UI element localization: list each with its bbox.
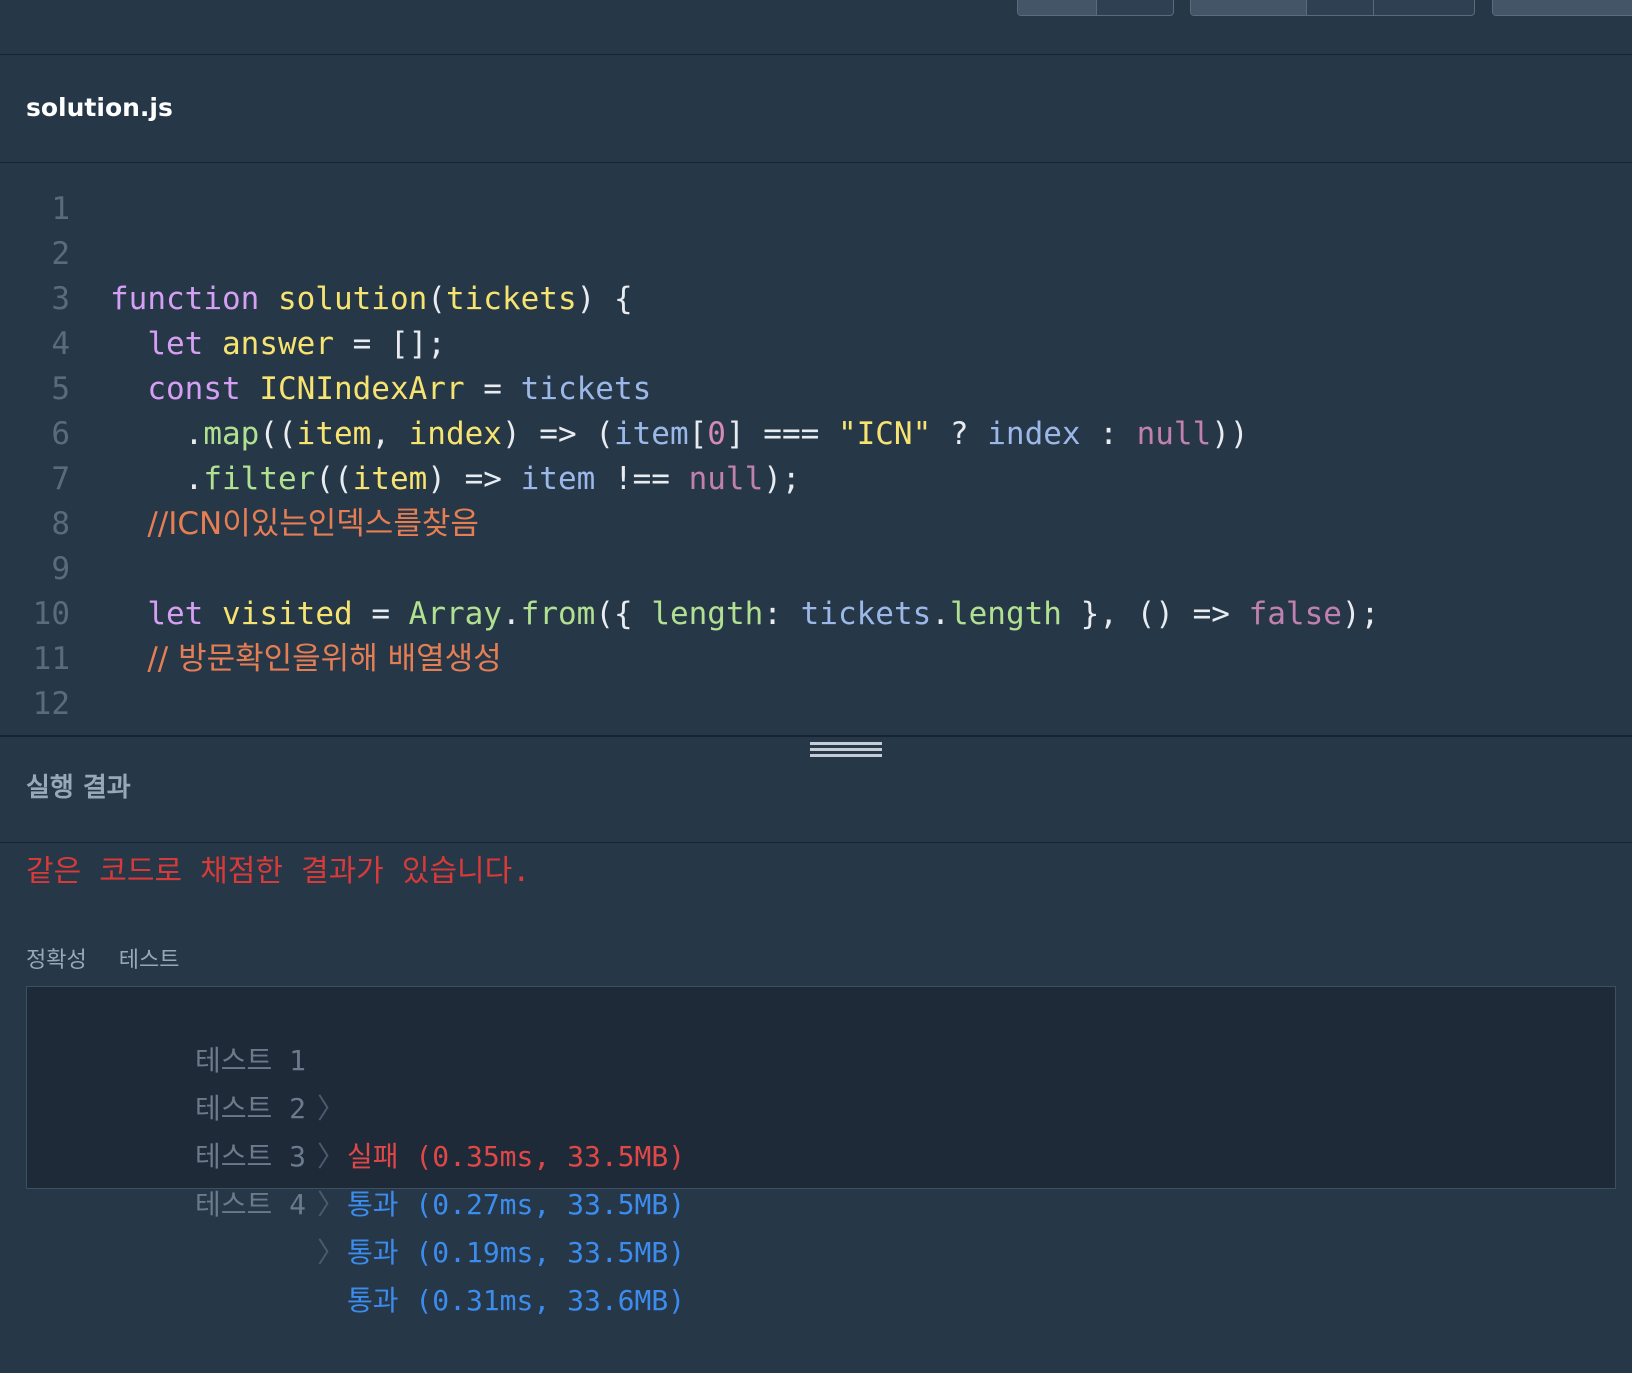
chevron-right-icon: 〉: [317, 1236, 346, 1269]
code-line: 1: [0, 187, 1632, 232]
file-header: solution.js: [0, 55, 1632, 163]
code-text: .filter((item) => item !== null);: [110, 461, 801, 497]
code-text: const ICNIndexArr = tickets: [147, 371, 652, 407]
line-number: 5: [51, 371, 70, 407]
code-line: 11 // 방문확인을위해 배열생성: [0, 637, 1632, 682]
code-text: .map((item, index) => (item[0] === "ICN"…: [110, 416, 1249, 452]
code-line: 12: [0, 682, 1632, 727]
test-result: 통과 (0.31ms, 33.6MB): [347, 1284, 686, 1317]
code-line: 7 .filter((item) => item !== null);: [0, 457, 1632, 502]
code-line: 3 function solution(tickets) {: [0, 277, 1632, 322]
file-name: solution.js: [26, 93, 173, 122]
test-results-panel: 테스트 1 〉 실패 (0.35ms, 33.5MB) 테스트 2 〉 통과 (…: [26, 986, 1616, 1317]
code-editor[interactable]: 1 2 3 function solution(tickets) { 4 let …: [0, 163, 1632, 735]
test-label: 테스트 4: [195, 1188, 306, 1221]
toolbar-toggle-group-3[interactable]: [1492, 0, 1632, 16]
result-title: 실행 결과: [26, 773, 131, 803]
code-text: function solution(tickets) {: [110, 281, 633, 317]
tab-accuracy[interactable]: 정확성: [26, 942, 87, 974]
line-number: 6: [51, 416, 70, 452]
code-line: 8 //ICN이있는인덱스를찾음: [0, 502, 1632, 547]
line-number: 12: [32, 686, 70, 722]
code-line: 6 .map((item, index) => (item[0] === "IC…: [0, 412, 1632, 457]
test-row: 테스트 1 〉 실패 (0.35ms, 33.5MB): [27, 989, 1615, 1173]
line-number: 9: [51, 551, 70, 587]
code-line: 5 const ICNIndexArr = tickets: [0, 367, 1632, 412]
code-comment: // 방문확인을위해 배열생성: [147, 641, 502, 677]
tab-test[interactable]: 테스트: [119, 942, 180, 974]
toolbar-toggle-group-2[interactable]: [1190, 0, 1475, 16]
code-line: 2: [0, 232, 1632, 277]
test-row: 테스트 2 〉 통과 (0.27ms, 33.5MB): [27, 1037, 1615, 1221]
line-number: 8: [51, 506, 70, 542]
toolbar-toggle-group-1[interactable]: [1017, 0, 1174, 16]
line-number: 7: [51, 461, 70, 497]
test-row: 테스트 3 〉 통과 (0.19ms, 33.5MB): [27, 1085, 1615, 1269]
code-comment: //ICN이있는인덱스를찾음: [147, 506, 479, 542]
result-message: 같은 코드로 채점한 결과가 있습니다.: [26, 854, 531, 889]
line-number: 1: [51, 191, 70, 227]
test-row: 테스트 4 〉 통과 (0.31ms, 33.6MB): [27, 1133, 1615, 1317]
line-number: 3: [51, 281, 70, 317]
code-line: 4 let answer = [];: [0, 322, 1632, 367]
line-number: 4: [51, 326, 70, 362]
line-number: 2: [51, 236, 70, 272]
code-line: 9: [0, 547, 1632, 592]
code-text: let answer = [];: [147, 326, 446, 362]
test-result: 통과 (0.27ms, 33.5MB): [347, 1188, 686, 1221]
line-number: 11: [32, 641, 70, 677]
result-subheader: 정확성 테스트: [26, 942, 179, 974]
chevron-right-icon: 〉: [317, 1188, 346, 1221]
test-result: 통과 (0.19ms, 33.5MB): [347, 1236, 686, 1269]
line-number: 10: [32, 596, 70, 632]
code-text: let visited = Array.from({ length: ticke…: [147, 596, 1380, 632]
code-line: 10 let visited = Array.from({ length: ti…: [0, 592, 1632, 637]
top-toolbar: [0, 0, 1632, 55]
resize-handle-icon[interactable]: [810, 742, 882, 762]
